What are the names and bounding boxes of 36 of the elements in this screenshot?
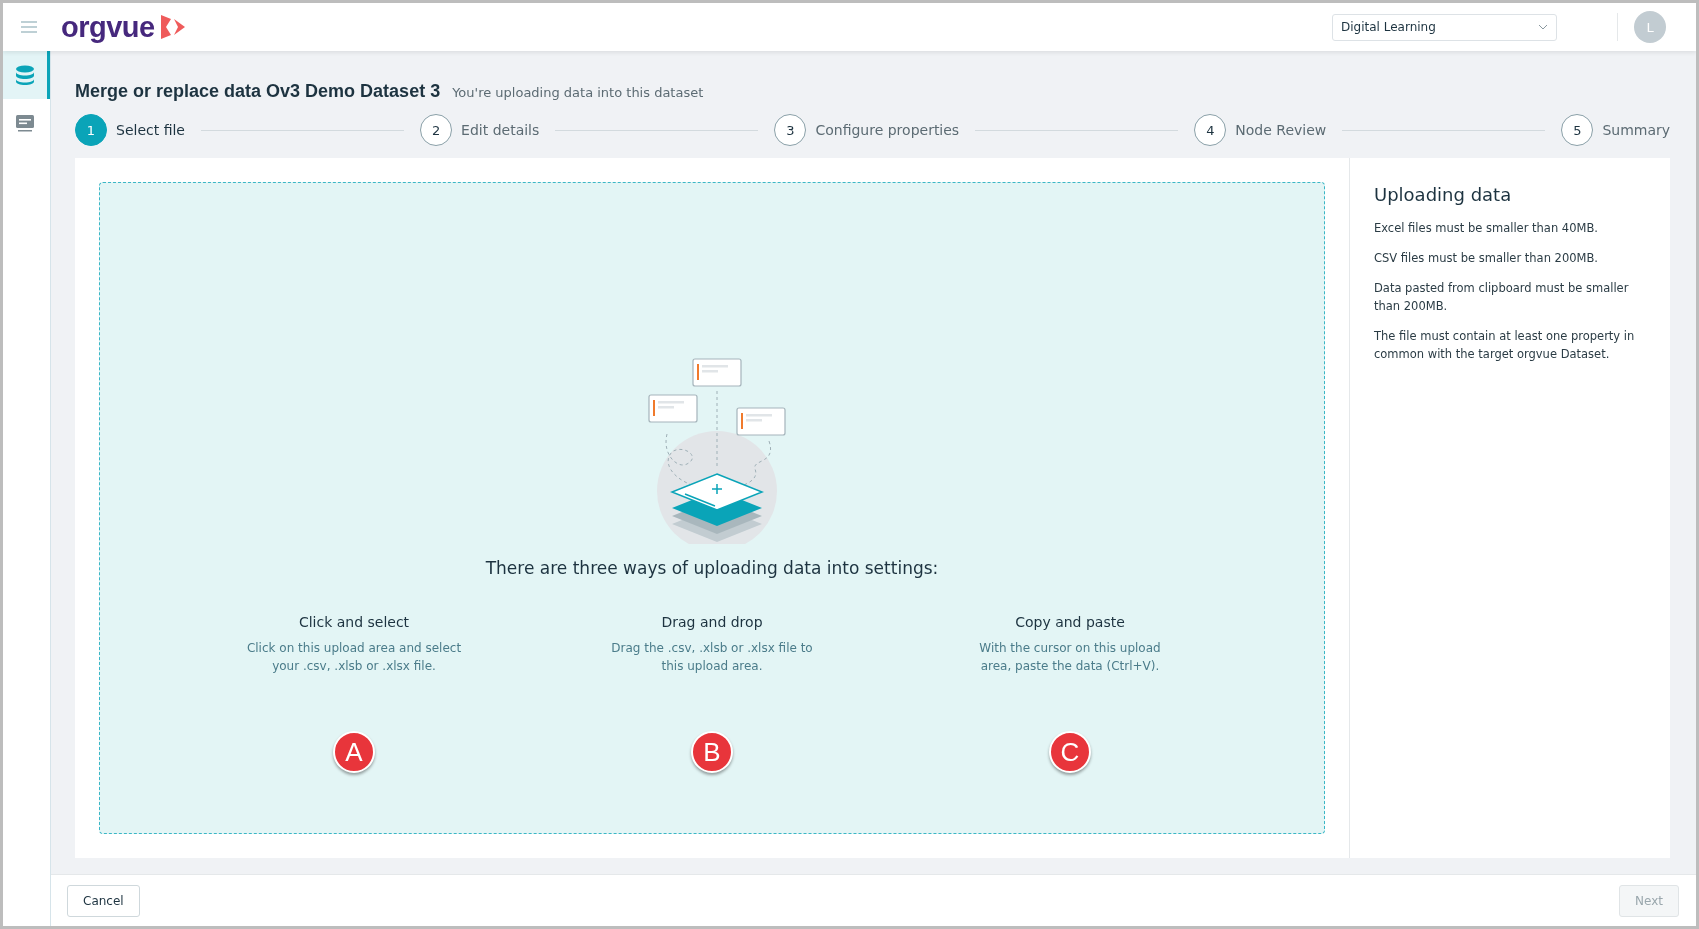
sidebar-item[interactable]	[3, 51, 50, 99]
step-number: 5	[1561, 114, 1594, 146]
page-title: Merge or replace data Ov3 Demo Dataset 3	[75, 81, 441, 102]
step-number: 4	[1194, 114, 1227, 146]
step-number: 3	[774, 114, 807, 146]
method-title: Drag and drop	[661, 614, 763, 630]
step-label: Select file	[116, 122, 185, 138]
upload-heading: There are three ways of uploading data into settings:	[485, 558, 939, 578]
info-note: CSV files must be smaller than 200MB.	[1374, 250, 1599, 267]
method-title: Click and select	[298, 614, 410, 630]
message-icon	[14, 112, 36, 134]
method-description: Drag the .csv, .xlsb or .xlsx file to this upload area.	[610, 640, 814, 675]
annotation-marker: B	[691, 731, 733, 773]
workspace-select[interactable]: Digital Learning	[1332, 13, 1557, 41]
upload-area[interactable]	[99, 182, 1325, 834]
method-description: Click on this upload area and select your .csv, .xlsb or .xlsx file.	[246, 640, 462, 675]
info-note: The file must contain at least one property in common with the target orgvue Dataset.	[1374, 328, 1636, 363]
step-label: Configure properties	[815, 122, 960, 138]
page-subtitle: You're uploading data into this dataset	[452, 85, 704, 100]
annotation-marker: C	[1049, 731, 1091, 773]
method-title: Copy and paste	[1015, 614, 1125, 630]
step-number: 1	[75, 114, 107, 146]
step-label: Summary	[1602, 122, 1671, 138]
annotation-marker: A	[333, 731, 375, 773]
method-description: With the cursor on this upload area, paste the data (Ctrl+V).	[978, 640, 1162, 675]
database-icon	[14, 64, 36, 86]
step-number: 2	[420, 114, 453, 146]
menu-icon[interactable]	[21, 21, 37, 33]
info-note: Excel files must be smaller than 40MB.	[1374, 220, 1599, 237]
chevron-down-icon	[1538, 24, 1548, 30]
cancel-button[interactable]: Cancel	[67, 884, 140, 917]
step-label: Node Review	[1235, 122, 1327, 138]
info-note: Data pasted from clipboard must be smaller than 200MB.	[1374, 280, 1630, 315]
step-label: Edit details	[461, 122, 540, 138]
info-title: Uploading data	[1374, 184, 1513, 205]
orgvue-logo[interactable]: orgvue	[61, 10, 155, 44]
